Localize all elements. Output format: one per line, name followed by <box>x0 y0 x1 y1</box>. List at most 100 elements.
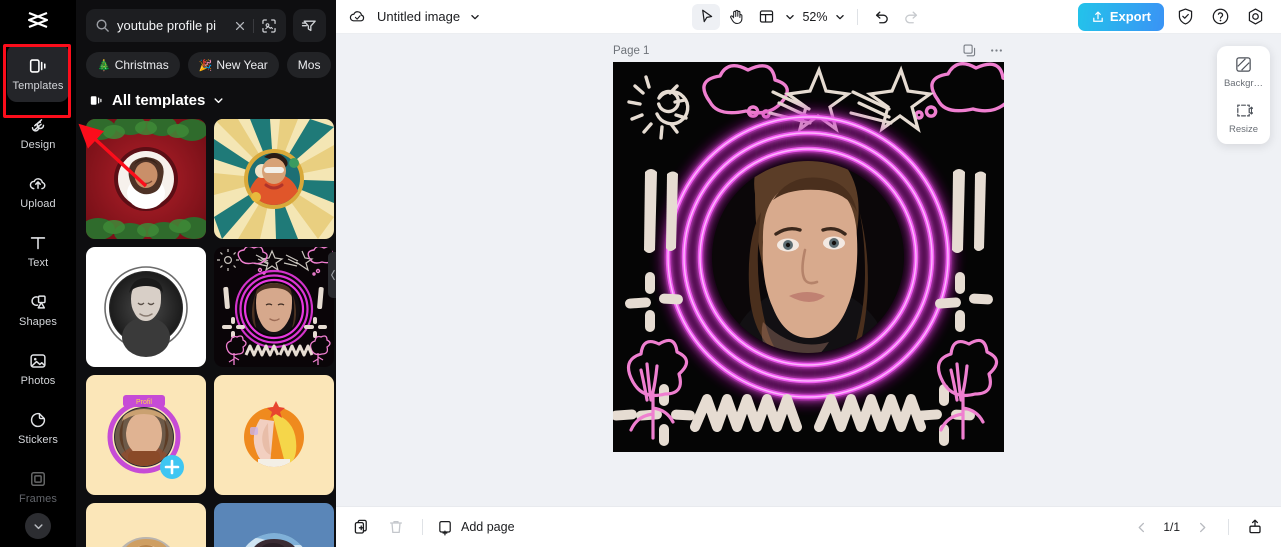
panel-collapse-handle[interactable] <box>328 252 336 298</box>
sidebar-item-label: Photos <box>20 374 56 387</box>
document-title-dropdown[interactable] <box>469 11 481 23</box>
sidebar-item-frames[interactable]: Frames <box>7 457 69 515</box>
help-circle-icon <box>1212 8 1228 25</box>
duplicate-page-button[interactable] <box>350 515 374 539</box>
templates-icon <box>90 96 102 105</box>
select-tool-button[interactable] <box>692 3 720 30</box>
sidebar-item-templates[interactable]: Templates <box>7 44 69 102</box>
template-card-orange-yellow-side-portrait[interactable] <box>214 375 334 495</box>
redo-button[interactable] <box>897 4 925 30</box>
shapes-icon <box>31 294 46 309</box>
background-icon <box>1236 57 1251 72</box>
chip-label: New Year <box>216 58 268 72</box>
zoom-level-value: 52% <box>802 9 828 24</box>
sidebar-item-label: Frames <box>19 492 57 505</box>
shield-button[interactable] <box>1171 4 1199 30</box>
filter-chip-new-year[interactable]: 🎉 New Year <box>187 52 279 78</box>
template-card-retro-sunburst-portrait[interactable] <box>214 119 334 239</box>
settings-button[interactable] <box>1241 4 1269 30</box>
redo-icon <box>904 11 917 24</box>
rail-collapse-button[interactable] <box>25 513 51 539</box>
divider <box>422 519 423 535</box>
search-input[interactable]: youtube profile pi <box>86 9 286 42</box>
chevron-right-icon <box>1199 522 1205 532</box>
cloud-saved-icon <box>349 11 365 22</box>
delete-page-button[interactable] <box>384 515 408 539</box>
top-right-actions: Export <box>1077 2 1269 31</box>
chevron-left-icon <box>1138 522 1144 532</box>
page-indicator: 1/1 <box>1163 520 1180 534</box>
resize-button[interactable]: Resize <box>1217 101 1270 135</box>
right-float-panel: Backgr… Resize <box>1217 46 1270 144</box>
filter-button[interactable] <box>293 9 326 42</box>
sidebar-item-shapes[interactable]: Shapes <box>7 280 69 338</box>
design-icon <box>31 118 45 132</box>
template-card-black-and-white-circle-portrait[interactable] <box>86 247 206 367</box>
zoom-dropdown-button[interactable] <box>832 4 848 30</box>
template-grid: Profil <box>76 119 336 547</box>
app-logo[interactable] <box>0 0 76 44</box>
add-page-button[interactable]: Add page <box>437 519 515 536</box>
main-area: Untitled image 52% Export Page 1 Backgr…… <box>336 0 1281 547</box>
canvas-area: Page 1 Backgr… Resize <box>336 34 1281 506</box>
undo-button[interactable] <box>867 4 895 30</box>
template-card-profil-purple-ring-portrait[interactable]: Profil <box>86 375 206 495</box>
christmas-tree-icon: 🎄 <box>97 59 111 72</box>
sidebar-item-upload[interactable]: Upload <box>7 162 69 220</box>
document-title[interactable]: Untitled image <box>377 9 460 24</box>
sidebar-item-label: Templates <box>12 79 64 92</box>
export-upload-icon <box>1093 10 1103 22</box>
chip-label: Christmas <box>114 58 169 72</box>
sidebar-item-design[interactable]: Design <box>7 103 69 161</box>
divider <box>253 18 254 33</box>
sidebar-item-text[interactable]: Text <box>7 221 69 279</box>
capcut-editor-window: Templates Design Upload Text Shapes Phot… <box>0 0 1281 547</box>
filter-chip-christmas[interactable]: 🎄 Christmas <box>86 52 180 78</box>
templates-icon <box>29 58 46 73</box>
background-label: Backgr… <box>1223 78 1264 89</box>
previous-page-button[interactable] <box>1129 515 1153 539</box>
frames-icon <box>31 471 45 486</box>
template-card-cream-sparkle-portrait[interactable] <box>86 503 206 547</box>
divider <box>1228 519 1229 535</box>
capcut-logo-icon <box>27 12 49 28</box>
search-value: youtube profile pi <box>117 18 217 33</box>
layout-dropdown-button[interactable] <box>782 4 798 30</box>
layout-tool-button[interactable] <box>752 4 780 30</box>
close-icon[interactable] <box>234 20 246 32</box>
svg-text:Profil: Profil <box>136 399 152 406</box>
duplicate-icon[interactable] <box>962 43 977 58</box>
divider <box>857 8 858 25</box>
category-label: All templates <box>112 92 206 109</box>
settings-gear-icon <box>1248 8 1262 25</box>
hand-tool-button[interactable] <box>722 4 750 30</box>
templates-panel: youtube profile pi 🎄 Christmas 🎉 New Yea… <box>76 0 336 547</box>
template-card-neon-pink-ring-portrait[interactable] <box>214 247 334 367</box>
left-icon-rail: Templates Design Upload Text Shapes Phot… <box>0 0 76 547</box>
help-button[interactable] <box>1206 4 1234 30</box>
category-selector[interactable]: All templates <box>86 92 326 109</box>
rail-item-list: Templates Design Upload Text Shapes Phot… <box>0 44 76 516</box>
chevron-down-icon <box>836 14 844 19</box>
sidebar-item-photos[interactable]: Photos <box>7 339 69 397</box>
filter-chip-most[interactable]: Mos <box>286 52 332 78</box>
template-card-christmas-red-wreath-portrait[interactable] <box>86 119 206 239</box>
next-page-button[interactable] <box>1190 515 1214 539</box>
filter-icon <box>301 20 316 32</box>
photos-icon <box>30 353 46 368</box>
sidebar-item-stickers[interactable]: Stickers <box>7 398 69 456</box>
export-page-button[interactable] <box>1243 515 1267 539</box>
party-popper-icon: 🎉 <box>198 59 213 72</box>
export-button[interactable]: Export <box>1077 2 1164 31</box>
top-toolbar: Untitled image 52% Export <box>336 0 1281 34</box>
canvas-artwork[interactable] <box>613 62 1004 452</box>
layout-icon <box>759 10 773 23</box>
chevron-down-icon <box>786 14 794 19</box>
background-button[interactable]: Backgr… <box>1217 55 1270 89</box>
image-search-icon[interactable] <box>261 18 277 34</box>
text-icon <box>30 236 46 249</box>
undo-icon <box>875 11 888 24</box>
template-card-blue-sky-anime-portrait[interactable] <box>214 503 334 547</box>
more-horizontal-icon[interactable] <box>989 43 1004 58</box>
filter-chip-list: 🎄 Christmas 🎉 New Year Mos <box>86 52 332 78</box>
